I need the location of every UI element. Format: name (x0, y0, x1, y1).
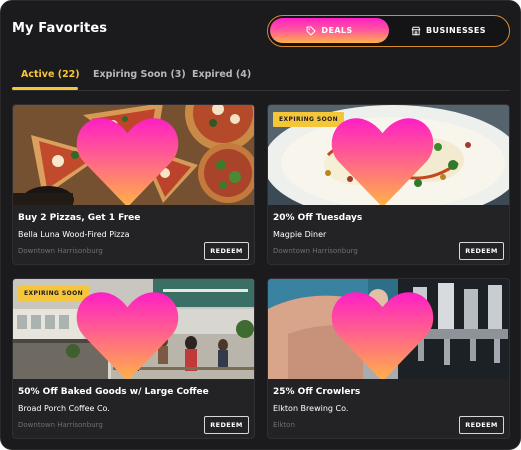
app-frame: My Favorites DEALS BUSINESSES Active (22… (0, 0, 521, 450)
tab-expired[interactable]: Expired (4) (192, 69, 251, 80)
beer-taps-photo (268, 279, 509, 379)
businesses-toggle-label: BUSINESSES (426, 26, 486, 35)
deal-title: 50% Off Baked Goods w/ Large Coffee (18, 387, 209, 397)
business-name: Broad Porch Coffee Co. (18, 404, 110, 413)
business-location: Downtown Harrisonburg (273, 247, 358, 255)
page-title: My Favorites (12, 21, 108, 36)
favorites-tabs: Active (22) Expiring Soon (3) Expired (4… (12, 63, 510, 91)
deal-card[interactable]: EXPIRING SOON 20% Off Tuesdays Magpie Di… (267, 104, 510, 265)
redeem-button[interactable]: REDEEM (204, 242, 249, 260)
deals-toggle-label: DEALS (321, 26, 353, 35)
redeem-button[interactable]: REDEEM (459, 416, 504, 434)
storefront-icon (411, 26, 421, 35)
deal-card[interactable]: 25% Off Crowlers Elkton Brewing Co. Elkt… (267, 278, 510, 439)
favorite-heart-icon[interactable] (268, 111, 504, 205)
favorite-heart-icon[interactable] (13, 285, 249, 379)
diner-plate-photo: EXPIRING SOON (268, 105, 509, 205)
business-name: Bella Luna Wood-Fired Pizza (18, 230, 130, 239)
business-location: Downtown Harrisonburg (18, 421, 103, 429)
business-location: Elkton (273, 421, 295, 429)
deal-title: 25% Off Crowlers (273, 387, 361, 397)
deals-businesses-toggle: DEALS BUSINESSES (267, 15, 510, 47)
redeem-button[interactable]: REDEEM (204, 416, 249, 434)
redeem-button[interactable]: REDEEM (459, 242, 504, 260)
deal-card[interactable]: Buy 2 Pizzas, Get 1 Free Bella Luna Wood… (12, 104, 255, 265)
business-location: Downtown Harrisonburg (18, 247, 103, 255)
businesses-toggle-button[interactable]: BUSINESSES (390, 18, 507, 43)
favorite-heart-icon[interactable] (268, 285, 504, 379)
active-tab-indicator (12, 87, 78, 90)
pizza-photo (13, 105, 254, 205)
tag-icon (306, 26, 316, 35)
favorite-heart-icon[interactable] (13, 111, 249, 205)
business-name: Magpie Diner (273, 230, 327, 239)
deal-card[interactable]: EXPIRING SOON 50% Off Baked Goods w/ Lar… (12, 278, 255, 439)
deals-toggle-button[interactable]: DEALS (270, 18, 389, 43)
tab-expiring-soon[interactable]: Expiring Soon (3) (93, 69, 186, 80)
coffee-shop-photo: EXPIRING SOON (13, 279, 254, 379)
business-name: Elkton Brewing Co. (273, 404, 349, 413)
deal-title: Buy 2 Pizzas, Get 1 Free (18, 213, 141, 223)
tab-active[interactable]: Active (22) (21, 69, 80, 80)
deal-title: 20% Off Tuesdays (273, 213, 363, 223)
